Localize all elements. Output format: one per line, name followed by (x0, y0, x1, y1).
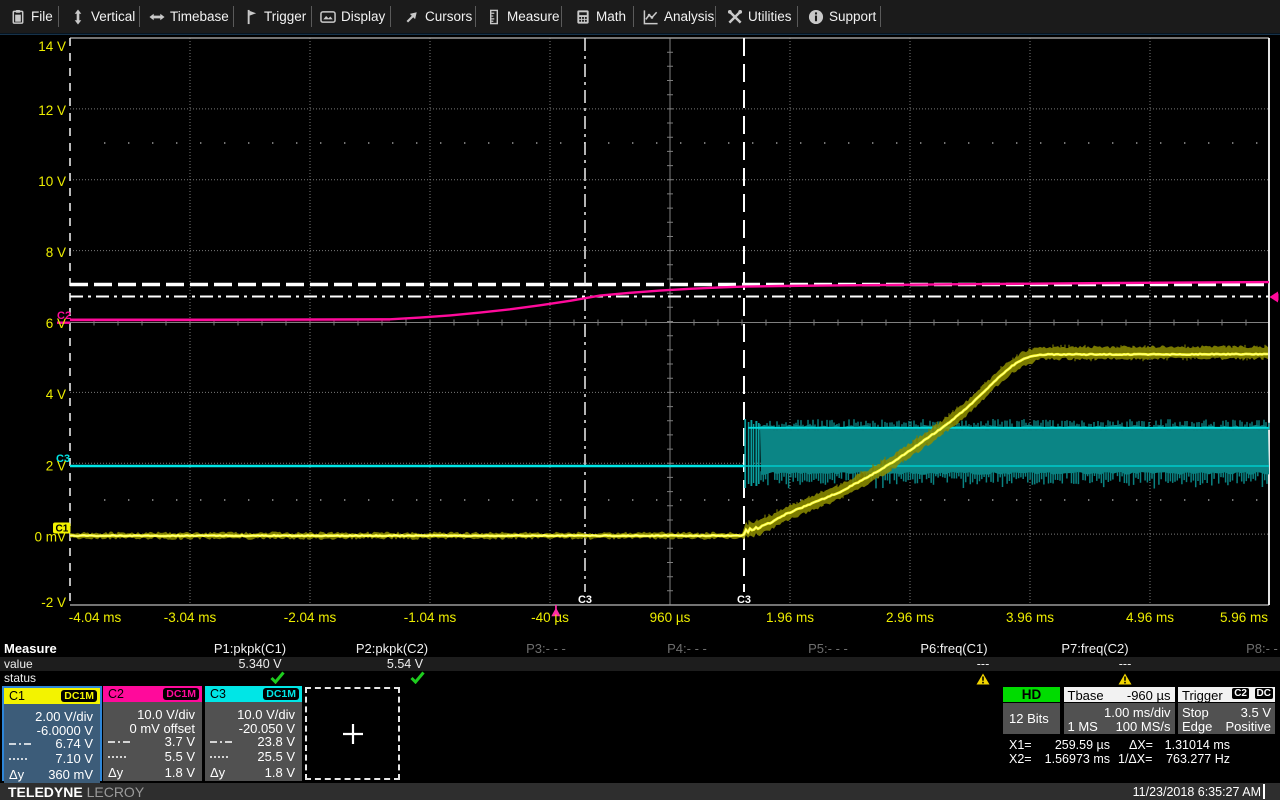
svg-text:8 V: 8 V (46, 245, 66, 260)
svg-text:-3.04 ms: -3.04 ms (164, 610, 217, 625)
svg-text:C3: C3 (578, 594, 592, 606)
svg-text:4.96 ms: 4.96 ms (1126, 610, 1174, 625)
svg-text:4 V: 4 V (46, 387, 66, 402)
svg-text:1.96 ms: 1.96 ms (766, 610, 814, 625)
svg-text:-4.04 ms: -4.04 ms (69, 610, 122, 625)
svg-text:5.96 ms: 5.96 ms (1220, 610, 1268, 625)
svg-text:3.96 ms: 3.96 ms (1006, 610, 1054, 625)
svg-text:C3: C3 (737, 594, 751, 606)
svg-text:12 V: 12 V (38, 103, 66, 118)
svg-text:-2.04 ms: -2.04 ms (284, 610, 337, 625)
svg-text:0 mV: 0 mV (34, 530, 66, 545)
svg-text:6 V: 6 V (46, 316, 66, 331)
svg-text:14 V: 14 V (38, 39, 66, 54)
svg-text:960 µs: 960 µs (650, 610, 691, 625)
svg-text:-1.04 ms: -1.04 ms (404, 610, 457, 625)
svg-text:10 V: 10 V (38, 174, 66, 189)
svg-text:2 V: 2 V (46, 459, 66, 474)
svg-text:-40 µs: -40 µs (531, 610, 569, 625)
svg-text:-2 V: -2 V (41, 595, 66, 610)
svg-text:2.96 ms: 2.96 ms (886, 610, 934, 625)
